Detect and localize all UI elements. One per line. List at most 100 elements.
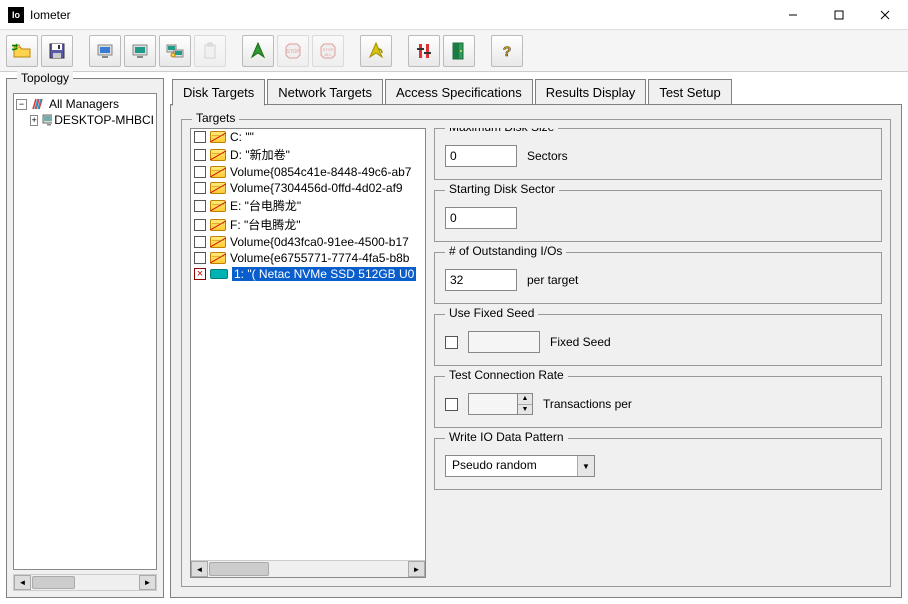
reset-button[interactable] xyxy=(360,35,392,67)
target-row[interactable]: Volume{0d43fca0-91ee-4500-b17 xyxy=(191,234,425,250)
tab-strip: Disk Targets Network Targets Access Spec… xyxy=(170,78,902,105)
disk-icon xyxy=(210,200,226,212)
target-checkbox[interactable] xyxy=(194,219,206,231)
target-row[interactable]: E: "台电腾龙" xyxy=(191,196,425,215)
conn-rate-field-label: Transactions per xyxy=(543,397,632,411)
stop-all-button[interactable]: STOPALL xyxy=(312,35,344,67)
target-row[interactable]: Volume{e6755771-7774-4fa5-b8b xyxy=(191,250,425,266)
computer-icon xyxy=(42,114,52,126)
tab-access-specs[interactable]: Access Specifications xyxy=(385,79,533,106)
scroll-left-icon[interactable]: ◄ xyxy=(14,575,31,590)
svg-text:?: ? xyxy=(503,43,512,59)
help-button[interactable]: ? xyxy=(491,35,523,67)
conn-rate-checkbox[interactable] xyxy=(445,398,458,411)
write-pattern-label: Write IO Data Pattern xyxy=(445,430,568,444)
collapse-icon[interactable]: − xyxy=(16,99,27,110)
scroll-right-icon[interactable]: ► xyxy=(408,561,425,577)
tab-results-display[interactable]: Results Display xyxy=(535,79,647,106)
spin-down-icon[interactable]: ▼ xyxy=(518,405,532,415)
target-checkbox[interactable] xyxy=(194,149,206,161)
disk-icon xyxy=(210,166,226,178)
fixed-seed-checkbox[interactable] xyxy=(445,336,458,349)
save-button[interactable] xyxy=(41,35,73,67)
target-label: Volume{0d43fca0-91ee-4500-b17 xyxy=(230,235,409,249)
device-button-2[interactable] xyxy=(124,35,156,67)
conn-rate-input[interactable] xyxy=(468,393,518,415)
tree-node-label: DESKTOP-MHBCI xyxy=(54,113,154,127)
target-checkbox[interactable] xyxy=(194,236,206,248)
config-button[interactable] xyxy=(408,35,440,67)
stop-button[interactable]: STOP xyxy=(277,35,309,67)
target-label: E: "台电腾龙" xyxy=(230,197,301,214)
settings-column: Maximum Disk Size Sectors Starting Disk … xyxy=(434,128,882,578)
window-title: Iometer xyxy=(30,8,770,22)
outstanding-ios-label: # of Outstanding I/Os xyxy=(445,244,566,258)
managers-icon xyxy=(31,97,47,111)
target-checkbox[interactable] xyxy=(194,131,206,143)
target-label: Volume{0854c41e-8448-49c6-ab7 xyxy=(230,165,411,179)
target-row[interactable]: Volume{0854c41e-8448-49c6-ab7 xyxy=(191,164,425,180)
fixed-seed-input[interactable] xyxy=(468,331,540,353)
device-button-3[interactable] xyxy=(159,35,191,67)
write-pattern-select[interactable]: Pseudo random ▼ xyxy=(445,455,595,477)
clipboard-button[interactable] xyxy=(194,35,226,67)
conn-rate-label: Test Connection Rate xyxy=(445,368,568,382)
physical-disk-icon xyxy=(210,269,228,279)
topology-panel: Topology − All Managers + DESKTOP-MHBCI … xyxy=(6,78,164,598)
write-pattern-value: Pseudo random xyxy=(446,456,577,476)
target-checkbox[interactable] xyxy=(194,182,206,194)
tab-disk-targets[interactable]: Disk Targets xyxy=(172,79,265,106)
open-button[interactable] xyxy=(6,35,38,67)
chevron-down-icon[interactable]: ▼ xyxy=(577,456,594,476)
svg-text:STOP: STOP xyxy=(286,49,300,55)
target-row[interactable]: C: "" xyxy=(191,129,425,145)
expand-icon[interactable]: + xyxy=(30,115,38,126)
target-checkbox[interactable] xyxy=(194,268,206,280)
tab-test-setup[interactable]: Test Setup xyxy=(648,79,731,106)
outstanding-ios-group: # of Outstanding I/Os per target xyxy=(434,252,882,304)
scroll-thumb[interactable] xyxy=(209,562,269,576)
max-disk-size-label: Maximum Disk Size xyxy=(445,128,558,134)
target-checkbox[interactable] xyxy=(194,166,206,178)
targets-list[interactable]: C: ""D: "新加卷"Volume{0854c41e-8448-49c6-a… xyxy=(190,128,426,578)
tab-network-targets[interactable]: Network Targets xyxy=(267,79,383,106)
outstanding-ios-input[interactable] xyxy=(445,269,517,291)
tree-root[interactable]: − All Managers xyxy=(16,96,154,112)
target-checkbox[interactable] xyxy=(194,252,206,264)
tab-content: Targets C: ""D: "新加卷"Volume{0854c41e-844… xyxy=(170,104,902,598)
scroll-track[interactable] xyxy=(208,561,408,577)
max-disk-size-group: Maximum Disk Size Sectors xyxy=(434,128,882,180)
disk-icon xyxy=(210,131,226,143)
maximize-button[interactable] xyxy=(816,0,862,29)
target-row-selected[interactable]: 1: "( Netac NVMe SSD 512GB U0 xyxy=(191,266,425,282)
minimize-button[interactable] xyxy=(770,0,816,29)
target-label: 1: "( Netac NVMe SSD 512GB U0 xyxy=(232,267,416,281)
max-disk-size-input[interactable] xyxy=(445,145,517,167)
exit-button[interactable] xyxy=(443,35,475,67)
targets-group: Targets C: ""D: "新加卷"Volume{0854c41e-844… xyxy=(181,119,891,587)
spin-up-icon[interactable]: ▲ xyxy=(518,394,532,405)
target-checkbox[interactable] xyxy=(194,200,206,212)
topology-hscroll[interactable]: ◄ ► xyxy=(13,574,157,591)
topology-tree[interactable]: − All Managers + DESKTOP-MHBCI xyxy=(13,93,157,570)
starting-sector-input[interactable] xyxy=(445,207,517,229)
svg-text:ALL: ALL xyxy=(324,52,332,57)
device-button-1[interactable] xyxy=(89,35,121,67)
scroll-right-icon[interactable]: ► xyxy=(139,575,156,590)
start-button[interactable] xyxy=(242,35,274,67)
close-button[interactable] xyxy=(862,0,908,29)
conn-rate-spinner[interactable]: ▲ ▼ xyxy=(468,393,533,415)
targets-hscroll[interactable]: ◄ ► xyxy=(191,560,425,577)
disk-icon xyxy=(210,236,226,248)
topology-label: Topology xyxy=(17,71,73,85)
tree-node[interactable]: + DESKTOP-MHBCI xyxy=(16,112,154,128)
scroll-left-icon[interactable]: ◄ xyxy=(191,561,208,577)
app-icon: Io xyxy=(8,7,24,23)
target-row[interactable]: D: "新加卷" xyxy=(191,145,425,164)
write-pattern-group: Write IO Data Pattern Pseudo random ▼ xyxy=(434,438,882,490)
target-row[interactable]: F: "台电腾龙" xyxy=(191,215,425,234)
scroll-track[interactable] xyxy=(31,575,139,590)
target-row[interactable]: Volume{7304456d-0ffd-4d02-af9 xyxy=(191,180,425,196)
scroll-thumb[interactable] xyxy=(32,576,75,589)
fixed-seed-group: Use Fixed Seed Fixed Seed xyxy=(434,314,882,366)
